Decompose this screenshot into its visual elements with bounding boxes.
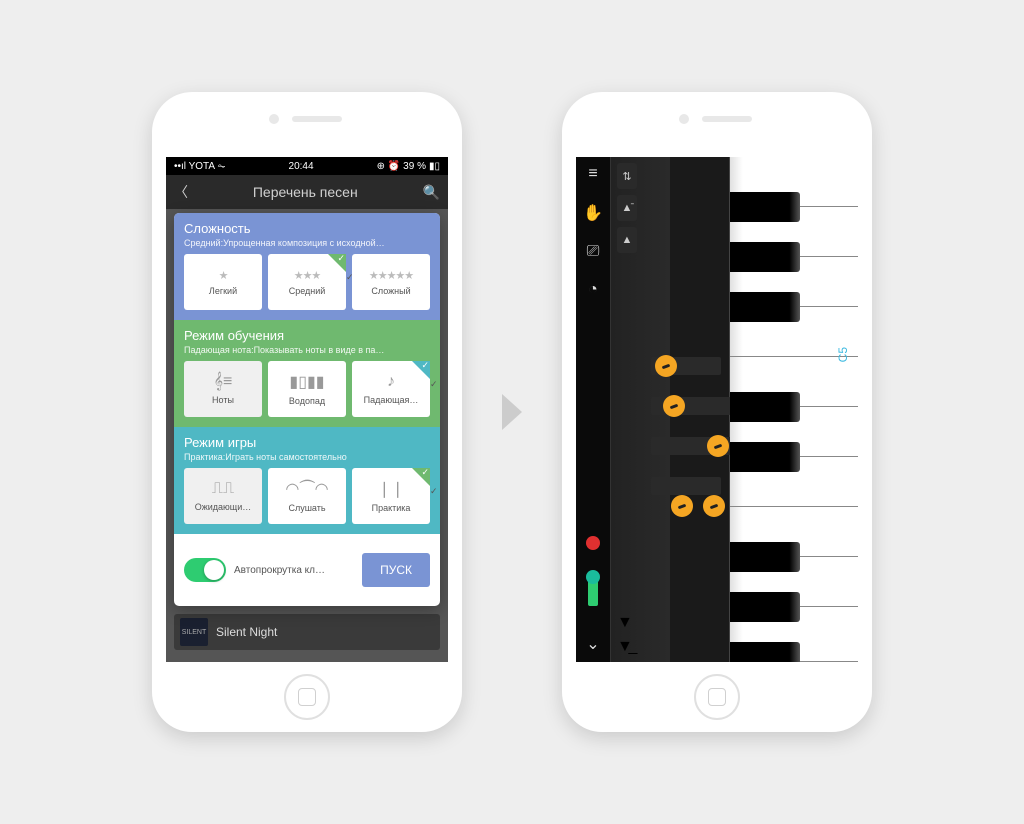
black-key[interactable] (730, 192, 800, 222)
headphones-icon: ◠⏜◠ (285, 479, 328, 499)
play-listen[interactable]: ◠⏜◠Слушать (268, 468, 346, 524)
scroll-up-icon[interactable]: ▲ (617, 227, 637, 253)
falling-note (707, 435, 729, 457)
sidebar-controls: ≡ ✋ ⎚ ◔ ⌄ (576, 157, 610, 662)
difficulty-medium[interactable]: ✓★★★Средний (268, 254, 346, 310)
phone-left: ••ıl YOTA ⏦ 20:44 ⊕ ⏰ 39 % ▮▯ 〈 Перечень… (152, 92, 462, 732)
falling-note (703, 495, 725, 517)
black-key[interactable] (730, 592, 800, 622)
black-key[interactable] (730, 442, 800, 472)
piano-keys[interactable]: C5 (730, 157, 858, 662)
play-practice[interactable]: ✓❘❘Практика (352, 468, 430, 524)
section-title: Режим обучения (184, 328, 430, 343)
scroll-top-icon[interactable]: ▲̄ (617, 195, 637, 221)
difficulty-hard[interactable]: ★★★★★Сложный (352, 254, 430, 310)
record-button[interactable] (586, 536, 600, 550)
section-title: Режим игры (184, 435, 430, 450)
search-icon[interactable]: 🔍 (423, 184, 440, 201)
autoscroll-label: Автопрокрутка кл… (234, 565, 354, 576)
status-bar: ••ıl YOTA ⏦ 20:44 ⊕ ⏰ 39 % ▮▯ (166, 157, 448, 175)
menu-icon[interactable]: ≡ (588, 165, 597, 183)
falling-note (655, 355, 677, 377)
black-key[interactable] (730, 242, 800, 272)
home-button[interactable] (694, 674, 740, 720)
screen-right: ≡ ✋ ⎚ ◔ ⌄ ⇅ ▲̄ ▲ ▼ ▼̲ (576, 157, 858, 662)
swap-icon[interactable]: ⇅ (617, 163, 637, 189)
equalizer-icon[interactable]: ⎚ (587, 243, 600, 261)
mode-notes[interactable]: 𝄞≡Ноты (184, 361, 262, 417)
level-indicator (588, 576, 598, 606)
sliders-icon: ⎍⎍ (212, 480, 234, 498)
collapse-icon[interactable]: ⌄ (586, 634, 599, 654)
note-icon: ♪ (387, 373, 395, 391)
section-subtitle: Практика:Играть ноты самостоятельно (184, 452, 430, 462)
mode-waterfall[interactable]: ▮▯▮▮Водопад (268, 361, 346, 417)
black-key[interactable] (730, 642, 800, 662)
note-lane[interactable]: ⇅ ▲̄ ▲ ▼ ▼̲ (610, 157, 730, 662)
falling-note (663, 395, 685, 417)
note-trail (651, 477, 721, 495)
piano-view: ≡ ✋ ⎚ ◔ ⌄ ⇅ ▲̄ ▲ ▼ ▼̲ (576, 157, 858, 662)
section-learning: Режим обучения Падающая нота:Показывать … (174, 320, 440, 427)
black-key[interactable] (730, 392, 800, 422)
song-title: Silent Night (216, 625, 277, 639)
nav-title: Перечень песен (188, 184, 423, 200)
tempo-icon[interactable]: ◔ (588, 281, 598, 299)
clock-label: 20:44 (289, 161, 314, 172)
black-key[interactable] (730, 292, 800, 322)
bars-icon: ▮▯▮▮ (289, 372, 324, 392)
hand-icon[interactable]: ✋ (583, 203, 603, 223)
modal-footer: Автопрокрутка кл… ПУСК (174, 534, 440, 606)
drumsticks-icon: ❘❘ (378, 479, 405, 499)
black-key[interactable] (730, 542, 800, 572)
section-play: Режим игры Практика:Играть ноты самостоя… (174, 427, 440, 534)
staff-icon: 𝄞≡ (214, 373, 233, 391)
start-button[interactable]: ПУСК (362, 553, 430, 587)
autoscroll-toggle[interactable] (184, 558, 226, 582)
star-icon: ★ (219, 269, 228, 282)
difficulty-easy[interactable]: ★Легкий (184, 254, 262, 310)
star-icon: ★★★ (294, 269, 321, 282)
screen-left: ••ıl YOTA ⏦ 20:44 ⊕ ⏰ 39 % ▮▯ 〈 Перечень… (166, 157, 448, 662)
section-title: Сложность (184, 221, 430, 236)
phone-right: ≡ ✋ ⎚ ◔ ⌄ ⇅ ▲̄ ▲ ▼ ▼̲ (562, 92, 872, 732)
status-right: ⊕ ⏰ 39 % ▮▯ (377, 161, 440, 172)
album-thumb: SILENT (180, 618, 208, 646)
play-waiting[interactable]: ⎍⎍Ожидающи… (184, 468, 262, 524)
section-subtitle: Падающая нота:Показывать ноты в виде в п… (184, 345, 430, 355)
star-icon: ★★★★★ (369, 269, 413, 282)
nav-bar: 〈 Перечень песен 🔍 (166, 175, 448, 209)
home-button[interactable] (284, 674, 330, 720)
mode-falling[interactable]: ✓♪Падающая… (352, 361, 430, 417)
scroll-bottom-icon[interactable]: ▼̲ (617, 638, 633, 656)
arrow-icon (502, 394, 522, 430)
song-row-silent-night[interactable]: SILENT Silent Night (174, 614, 440, 650)
octave-label: C5 (836, 347, 850, 362)
back-icon[interactable]: 〈 (174, 182, 188, 202)
carrier-label: ••ıl YOTA ⏦ (174, 161, 226, 172)
scroll-down-icon[interactable]: ▼ (617, 614, 633, 632)
settings-modal: Сложность Средний:Упрощенная композиция … (174, 213, 440, 606)
section-subtitle: Средний:Упрощенная композиция с исходной… (184, 238, 430, 248)
falling-note (671, 495, 693, 517)
section-difficulty: Сложность Средний:Упрощенная композиция … (174, 213, 440, 320)
